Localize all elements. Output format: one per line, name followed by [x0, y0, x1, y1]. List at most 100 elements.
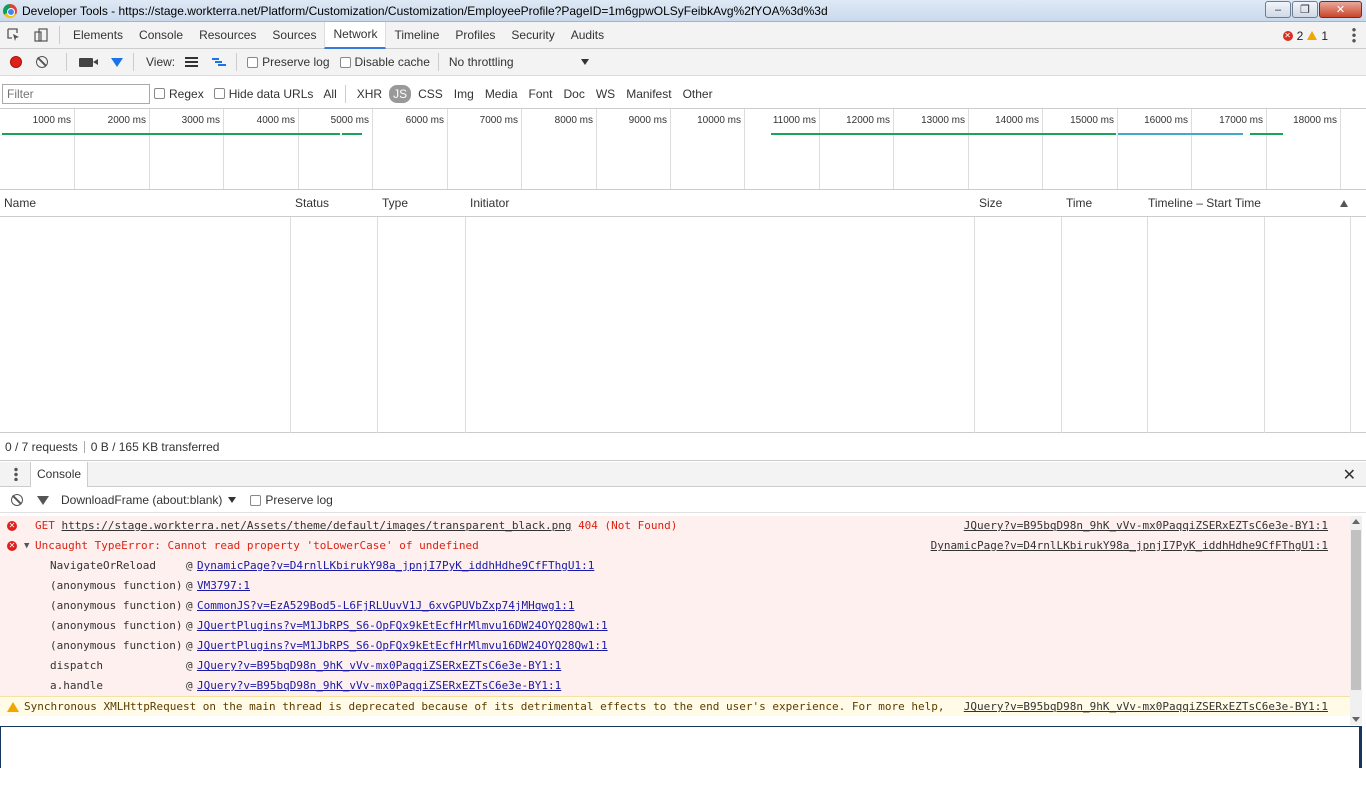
filter-type-js[interactable]: JS — [389, 84, 412, 103]
expand-triangle-icon[interactable]: ▼ — [24, 536, 29, 556]
hide-data-urls-checkbox[interactable]: Hide data URLs — [213, 86, 314, 101]
column-header-size[interactable]: Size — [975, 190, 1002, 217]
column-divider[interactable] — [1061, 190, 1062, 433]
filter-type-img[interactable]: Img — [450, 85, 478, 103]
filter-type-all[interactable]: All — [319, 85, 340, 103]
devtools-tabbar: Elements Console Resources Sources Netwo… — [0, 21, 1366, 49]
filter-input[interactable] — [2, 83, 150, 104]
network-overview[interactable]: 1000 ms 2000 ms 3000 ms 4000 ms 5000 ms … — [0, 108, 1366, 190]
filter-type-ws[interactable]: WS — [592, 85, 619, 103]
tab-sources[interactable]: Sources — [264, 22, 324, 49]
capture-screenshots-icon[interactable] — [79, 57, 98, 67]
frame-at: @ — [186, 659, 193, 672]
frame-link[interactable]: JQuery?v=B95bqD98n_9hK_vVv-mx0PaqqiZSERx… — [197, 676, 561, 696]
close-window-button[interactable]: ✕ — [1319, 1, 1362, 18]
tab-timeline[interactable]: Timeline — [386, 22, 447, 49]
context-select[interactable]: DownloadFrame (about:blank) — [61, 493, 237, 507]
column-divider[interactable] — [1147, 190, 1148, 433]
checkbox-box[interactable] — [247, 56, 259, 68]
clear-icon[interactable] — [36, 56, 48, 68]
frame-link[interactable]: JQuertPlugins?v=M1JbRPS_S6-OpFQx9kEtEcfH… — [197, 636, 608, 656]
frame-function: (anonymous function) — [50, 579, 183, 592]
checkbox-box[interactable] — [213, 88, 225, 99]
disable-cache-label: Disable cache — [354, 55, 430, 69]
request-url-link[interactable]: https://stage.workterra.net/Assets/theme… — [62, 519, 572, 532]
stack-frame: NavigateOrReload @ DynamicPage?v=D4rnlLK… — [0, 556, 1350, 576]
filter-type-font[interactable]: Font — [525, 85, 557, 103]
drawer-menu-icon[interactable] — [14, 467, 18, 481]
transferred-size: 0 B / 165 KB transferred — [90, 440, 220, 454]
frame-link[interactable]: DynamicPage?v=D4rnlLKbirukY98a_jpnjI7PyK… — [197, 556, 594, 576]
large-rows-icon[interactable] — [185, 57, 199, 67]
toolbar-divider — [437, 53, 439, 71]
throttling-select[interactable]: No throttling — [449, 55, 589, 69]
frame-link[interactable]: VM3797:1 — [197, 576, 250, 596]
checkbox-box[interactable] — [339, 56, 351, 68]
column-divider[interactable] — [974, 190, 975, 433]
column-header-status[interactable]: Status — [291, 190, 329, 217]
console-counts[interactable]: ✕ 2 1 — [1282, 22, 1328, 49]
maximize-button[interactable]: ❐ — [1292, 1, 1318, 18]
source-link[interactable]: JQuery?v=B95bqD98n_9hK_vVv-mx0PaqqiZSERx… — [964, 697, 1328, 717]
scroll-up-icon[interactable] — [1352, 519, 1360, 524]
device-mode-icon[interactable] — [27, 22, 54, 48]
source-link[interactable]: JQuery?v=B95bqD98n_9hK_vVv-mx0PaqqiZSERx… — [964, 516, 1328, 536]
tab-security[interactable]: Security — [503, 22, 562, 49]
scrollbar-thumb[interactable] — [1351, 530, 1361, 690]
column-divider[interactable] — [377, 190, 378, 433]
column-header-time[interactable]: Time — [1062, 190, 1092, 217]
filter-type-xhr[interactable]: XHR — [353, 85, 386, 103]
regex-checkbox[interactable]: Regex — [154, 87, 204, 101]
tab-audits[interactable]: Audits — [563, 22, 612, 49]
stack-frame: (anonymous function) @ JQuertPlugins?v=M… — [0, 616, 1350, 636]
minimize-button[interactable]: ‒ — [1265, 1, 1291, 18]
scroll-down-icon[interactable] — [1352, 717, 1360, 722]
customize-menu-icon[interactable] — [1352, 27, 1356, 43]
frame-link[interactable]: CommonJS?v=EzA529Bod5-L6FjRLUuvV1J_6xvGP… — [197, 596, 575, 616]
checkbox-box[interactable] — [154, 88, 165, 99]
preserve-log-checkbox[interactable]: Preserve log — [247, 55, 330, 69]
filter-type-manifest[interactable]: Manifest — [622, 85, 675, 103]
tab-console[interactable]: Console — [131, 22, 191, 49]
column-divider[interactable] — [290, 190, 291, 433]
console-prompt[interactable] — [0, 726, 1362, 768]
console-scrollbar[interactable] — [1350, 516, 1362, 725]
tick-label: 8000 ms — [554, 115, 593, 126]
checkbox-box[interactable] — [250, 494, 262, 506]
overview-tick: 6000 ms — [373, 109, 448, 189]
column-header-name[interactable]: Name — [0, 190, 36, 217]
column-divider[interactable] — [465, 190, 466, 433]
tab-network[interactable]: Network — [324, 21, 387, 49]
source-link[interactable]: DynamicPage?v=D4rnlLKbirukY98a_jpnjI7PyK… — [931, 536, 1328, 556]
filter-type-other[interactable]: Other — [679, 85, 717, 103]
column-header-type[interactable]: Type — [378, 190, 408, 217]
frame-link[interactable]: JQuertPlugins?v=M1JbRPS_S6-OpFQx9kEtEcfH… — [197, 616, 608, 636]
close-drawer-icon[interactable]: ✕ — [1343, 465, 1356, 485]
column-header-initiator[interactable]: Initiator — [466, 190, 509, 217]
overview-icon[interactable] — [212, 57, 227, 67]
filter-icon[interactable] — [111, 57, 123, 67]
clear-console-icon[interactable] — [11, 494, 23, 506]
record-icon[interactable] — [10, 56, 22, 68]
tab-profiles[interactable]: Profiles — [447, 22, 503, 49]
frame-link[interactable]: JQuery?v=B95bqD98n_9hK_vVv-mx0PaqqiZSERx… — [197, 656, 561, 676]
column-header-timeline[interactable]: Timeline – Start Time — [1144, 190, 1261, 217]
disable-cache-checkbox[interactable]: Disable cache — [339, 55, 430, 69]
waterfall-bar — [342, 133, 362, 135]
filter-type-css[interactable]: CSS — [414, 85, 447, 103]
filter-type-media[interactable]: Media — [481, 85, 522, 103]
sort-ascending-icon[interactable] — [1340, 200, 1348, 207]
overview-tick: 8000 ms — [522, 109, 597, 189]
filter-type-doc[interactable]: Doc — [560, 85, 589, 103]
frame-at: @ — [186, 599, 193, 612]
console-filter-icon[interactable] — [37, 495, 49, 505]
hide-data-urls-label: Hide data URLs — [228, 86, 314, 101]
frame-function: dispatch — [50, 659, 103, 672]
drawer-tab-console[interactable]: Console — [30, 461, 89, 487]
overview-tick: 12000 ms — [820, 109, 894, 189]
console-preserve-log-checkbox[interactable]: Preserve log — [250, 493, 333, 507]
drawer-header: Console ✕ — [0, 461, 1366, 487]
inspect-element-icon[interactable] — [0, 22, 27, 48]
tab-resources[interactable]: Resources — [191, 22, 264, 49]
tab-elements[interactable]: Elements — [65, 22, 131, 49]
